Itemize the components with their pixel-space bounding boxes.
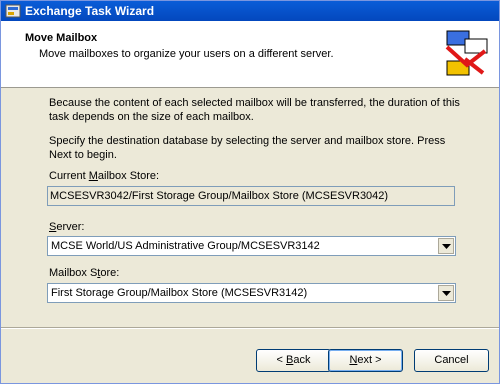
mailbox-store-value: First Storage Group/Mailbox Store (MCSES… (51, 287, 308, 299)
instruction-paragraph: Specify the destination database by sele… (49, 135, 446, 161)
chevron-down-icon (442, 244, 451, 249)
mailbox-store-label: Mailbox Store: (49, 267, 120, 279)
current-store-value: MCSESVR3042/First Storage Group/Mailbox … (50, 190, 389, 202)
page-title: Move Mailbox (25, 32, 98, 44)
footer-divider (1, 327, 499, 329)
mailbox-store-select[interactable]: First Storage Group/Mailbox Store (MCSES… (47, 283, 456, 303)
next-button[interactable]: Next > (328, 349, 403, 372)
title-bar[interactable]: Exchange Task Wizard (1, 1, 499, 21)
mailbox-store-dropdown-button[interactable] (438, 285, 454, 301)
info-paragraph: Because the content of each selected mai… (49, 97, 460, 123)
wizard-header: Move Mailbox Move mailboxes to organize … (1, 21, 499, 88)
page-subtitle: Move mailboxes to organize your users on… (39, 48, 334, 60)
wizard-window: Exchange Task Wizard Move Mailbox Move m… (0, 0, 500, 384)
current-store-label: Current Mailbox Store: (49, 170, 160, 182)
back-button[interactable]: < Back (256, 349, 331, 372)
server-select[interactable]: MCSE World/US Administrative Group/MCSES… (47, 236, 456, 256)
cancel-button[interactable]: Cancel (414, 349, 489, 372)
server-value: MCSE World/US Administrative Group/MCSES… (51, 240, 320, 252)
window-title: Exchange Task Wizard (25, 4, 155, 18)
chevron-down-icon (442, 291, 451, 296)
server-dropdown-button[interactable] (438, 238, 454, 254)
current-store-field: MCSESVR3042/First Storage Group/Mailbox … (47, 186, 455, 206)
server-label: Server: (49, 221, 85, 233)
wizard-mailbox-icon (445, 30, 488, 76)
exchange-app-icon (5, 4, 21, 18)
